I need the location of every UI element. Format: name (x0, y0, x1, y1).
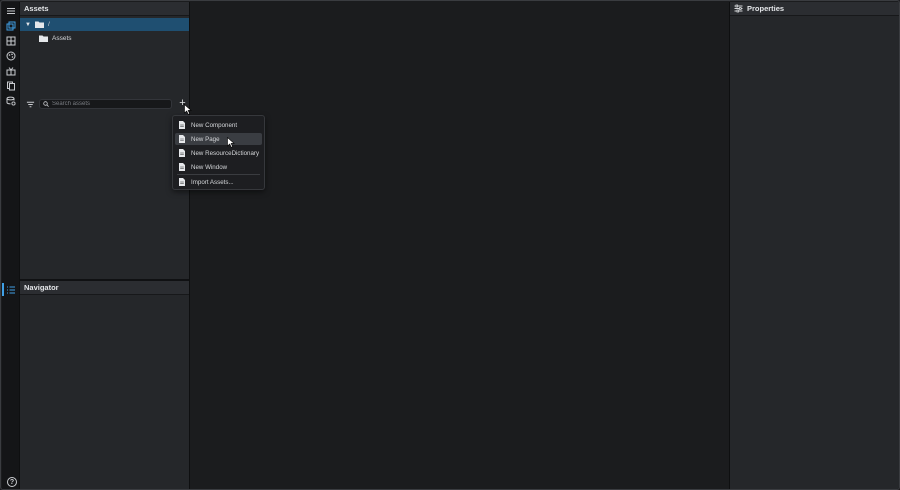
document-icon (179, 135, 185, 143)
folder-icon (35, 21, 44, 28)
sliders-icon (734, 4, 743, 13)
filter-icon[interactable] (25, 99, 35, 109)
menu-item-new-component[interactable]: New Component (175, 119, 262, 131)
list-icon[interactable] (4, 283, 17, 296)
properties-header: Properties (730, 2, 899, 16)
tree-row-root[interactable]: ▼ / (20, 18, 189, 31)
help-icon[interactable]: ? (7, 477, 17, 487)
tree-row-assets[interactable]: Assets (20, 32, 189, 45)
add-asset-button[interactable]: + (177, 98, 188, 109)
menu-item-label: New Component (191, 121, 238, 129)
menu-item-label: New Page (191, 135, 220, 143)
menu-item-new-page[interactable]: New Page (175, 133, 262, 145)
activity-bar: ? (2, 2, 19, 489)
assets-panel: Assets ▼ / Assets + (20, 2, 189, 279)
palette-icon[interactable] (4, 49, 17, 62)
tree-label-assets: Assets (52, 35, 72, 42)
document-icon (179, 121, 185, 129)
document-icon (179, 149, 185, 157)
gift-icon[interactable] (4, 64, 17, 77)
pages-icon[interactable] (4, 79, 17, 92)
properties-panel: Properties (730, 2, 899, 489)
menu-item-import-assets[interactable]: Import Assets... (175, 176, 262, 188)
assets-panel-title: Assets (20, 2, 189, 16)
folder-icon (39, 35, 48, 42)
app-window: ? Assets ▼ / Assets + N (0, 0, 900, 490)
menu-separator (177, 174, 260, 175)
document-icon (179, 178, 185, 186)
menu-item-label: New ResourceDictionary (191, 149, 260, 157)
menu-icon[interactable] (4, 4, 17, 17)
document-icon (179, 163, 185, 171)
expand-arrow-icon[interactable]: ▼ (25, 22, 31, 28)
menu-item-new-resource-dictionary[interactable]: New ResourceDictionary (175, 147, 262, 159)
components-icon[interactable] (4, 34, 17, 47)
search-field[interactable] (39, 99, 172, 109)
assets-icon[interactable] (4, 19, 17, 32)
data-icon[interactable] (4, 94, 17, 107)
menu-item-label: Import Assets... (191, 178, 234, 186)
new-asset-menu: New Component New Page New ResourceDicti… (172, 115, 265, 190)
menu-item-label: New Window (191, 163, 228, 171)
menu-item-new-window[interactable]: New Window (175, 161, 262, 173)
design-canvas[interactable] (191, 2, 729, 489)
tree-label-root: / (48, 21, 50, 28)
sidebar-divider (189, 2, 190, 489)
navigator-panel: Navigator (20, 281, 189, 489)
properties-panel-title: Properties (747, 4, 785, 13)
search-icon (43, 101, 49, 107)
navigator-panel-title: Navigator (20, 281, 189, 295)
search-input[interactable] (52, 100, 162, 108)
